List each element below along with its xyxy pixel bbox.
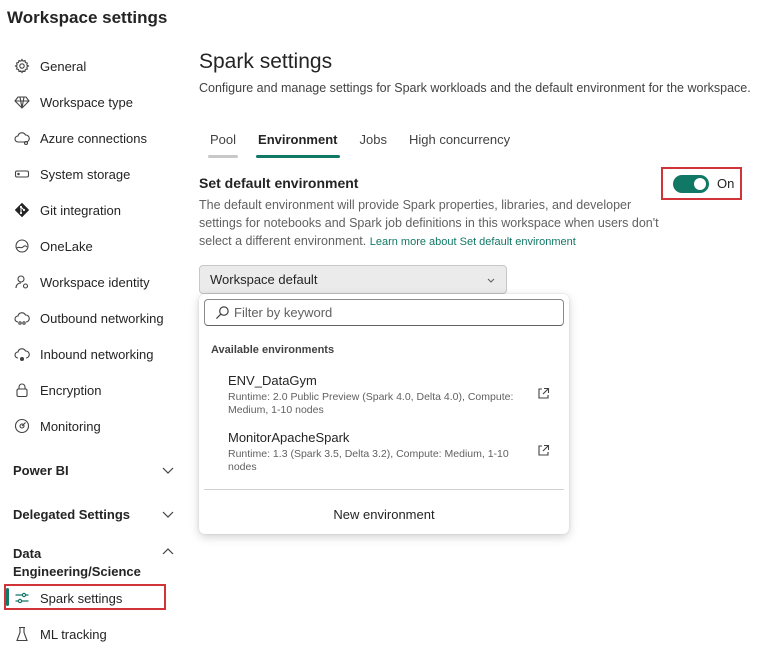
sidebar-item-label: Workspace type [40,94,133,110]
git-icon [12,200,32,220]
sidebar-item-label: Outbound networking [40,310,164,326]
sidebar-item-label: General [40,58,87,74]
sidebar-item-label: Spark settings [40,590,123,606]
default-environment-toggle[interactable] [673,174,709,193]
sidebar-item-label: System storage [40,166,131,182]
environment-option[interactable]: ENV_DataGym Runtime: 2.0 Public Preview … [228,373,558,417]
page-title: Spark settings [199,50,333,73]
dropdown-value: Workspace default [210,272,318,287]
sidebar-item-label: ML tracking [40,626,107,642]
sidebar-item-label: Monitoring [40,418,101,434]
storage-icon [12,164,32,184]
sidebar-item-label: Inbound networking [40,346,154,362]
filter-field[interactable] [204,299,564,326]
sidebar-item-monitoring[interactable]: Monitoring [12,414,101,438]
section-delegated-settings[interactable]: Delegated Settings [13,507,175,522]
identity-icon [12,272,32,292]
sidebar-item-outbound-networking[interactable]: Outbound networking [12,306,164,330]
sidebar-item-label: Encryption [40,382,102,398]
cloud-outbound-icon [12,308,32,328]
sidebar-item-encryption[interactable]: Encryption [12,378,101,402]
sidebar-item-azure-connections[interactable]: Azure connections [12,126,147,150]
divider [204,489,564,490]
sidebar-item-ml-tracking[interactable]: ML tracking [12,622,107,646]
section-label-line2: Engineering/Science [13,564,141,579]
sliders-icon [12,588,32,608]
sidebar-item-workspace-identity[interactable]: Workspace identity [12,270,150,294]
section-data-engineering-science[interactable]: Data Engineering/Science [13,545,175,581]
search-icon [215,306,229,320]
chevron-down-icon [162,511,174,518]
environment-dropdown-popup: Available environments ENV_DataGym Runti… [199,294,569,534]
app-title: Workspace settings [7,8,168,27]
new-environment-button[interactable]: New environment [199,507,569,522]
sidebar-item-label: Azure connections [40,130,147,146]
sidebar-item-general[interactable]: General [12,54,86,78]
environment-meta: Runtime: 1.3 (Spark 3.5, Delta 3.2), Com… [228,448,509,473]
monitoring-icon [12,416,32,436]
selected-indicator [6,588,9,606]
lock-icon [12,380,32,400]
learn-more-link[interactable]: Learn more about Set default environment [370,236,576,248]
section-label-line1: Data [13,546,42,561]
sidebar-item-label: OneLake [40,238,93,254]
sidebar-item-system-storage[interactable]: System storage [12,162,130,186]
tab-pool[interactable]: Pool [199,130,247,158]
section-label: Delegated Settings [13,507,131,522]
tab-bar: Pool Environment Jobs High concurrency [199,130,521,158]
sidebar-item-git-integration[interactable]: Git integration [12,198,121,222]
section-description: The default environment will provide Spa… [199,196,669,251]
section-label: Data Engineering/Science [13,545,141,581]
sidebar-item-label: Git integration [40,202,121,218]
sidebar-item-inbound-networking[interactable]: Inbound networking [12,342,153,366]
environment-name: ENV_DataGym [228,373,317,388]
diamond-icon [12,92,32,112]
sidebar-item-workspace-type[interactable]: Workspace type [12,90,133,114]
section-title: Set default environment [199,175,359,191]
open-external-icon[interactable] [537,387,550,400]
filter-input[interactable] [234,305,534,320]
gear-icon [12,56,32,76]
onelake-icon [12,236,32,256]
cloud-inbound-icon [12,344,32,364]
section-label: Power BI [13,463,69,478]
tab-high-concurrency[interactable]: High concurrency [398,130,521,158]
section-power-bi[interactable]: Power BI [13,463,175,478]
chevron-down-icon [487,278,495,283]
tab-jobs[interactable]: Jobs [349,130,398,158]
environment-meta: Runtime: 2.0 Public Preview (Spark 4.0, … [228,391,514,416]
toggle-label: On [717,176,735,191]
tab-environment[interactable]: Environment [247,130,348,158]
available-environments-label: Available environments [211,344,335,356]
sidebar-item-onelake[interactable]: OneLake [12,234,93,258]
sidebar-item-label: Workspace identity [40,274,150,290]
environment-name: MonitorApacheSpark [228,430,350,445]
environment-option[interactable]: MonitorApacheSpark Runtime: 1.3 (Spark 3… [228,430,558,474]
open-external-icon[interactable] [537,444,550,457]
page-subtitle: Configure and manage settings for Spark … [199,81,751,95]
cloud-link-icon [12,128,32,148]
toggle-knob [694,177,706,190]
default-environment-toggle-group: On [661,167,742,200]
environment-dropdown[interactable]: Workspace default [199,265,507,294]
chevron-up-icon [162,548,174,555]
chevron-down-icon [162,467,174,474]
sidebar-item-spark-settings[interactable]: Spark settings [12,586,122,610]
flask-icon [12,624,32,644]
